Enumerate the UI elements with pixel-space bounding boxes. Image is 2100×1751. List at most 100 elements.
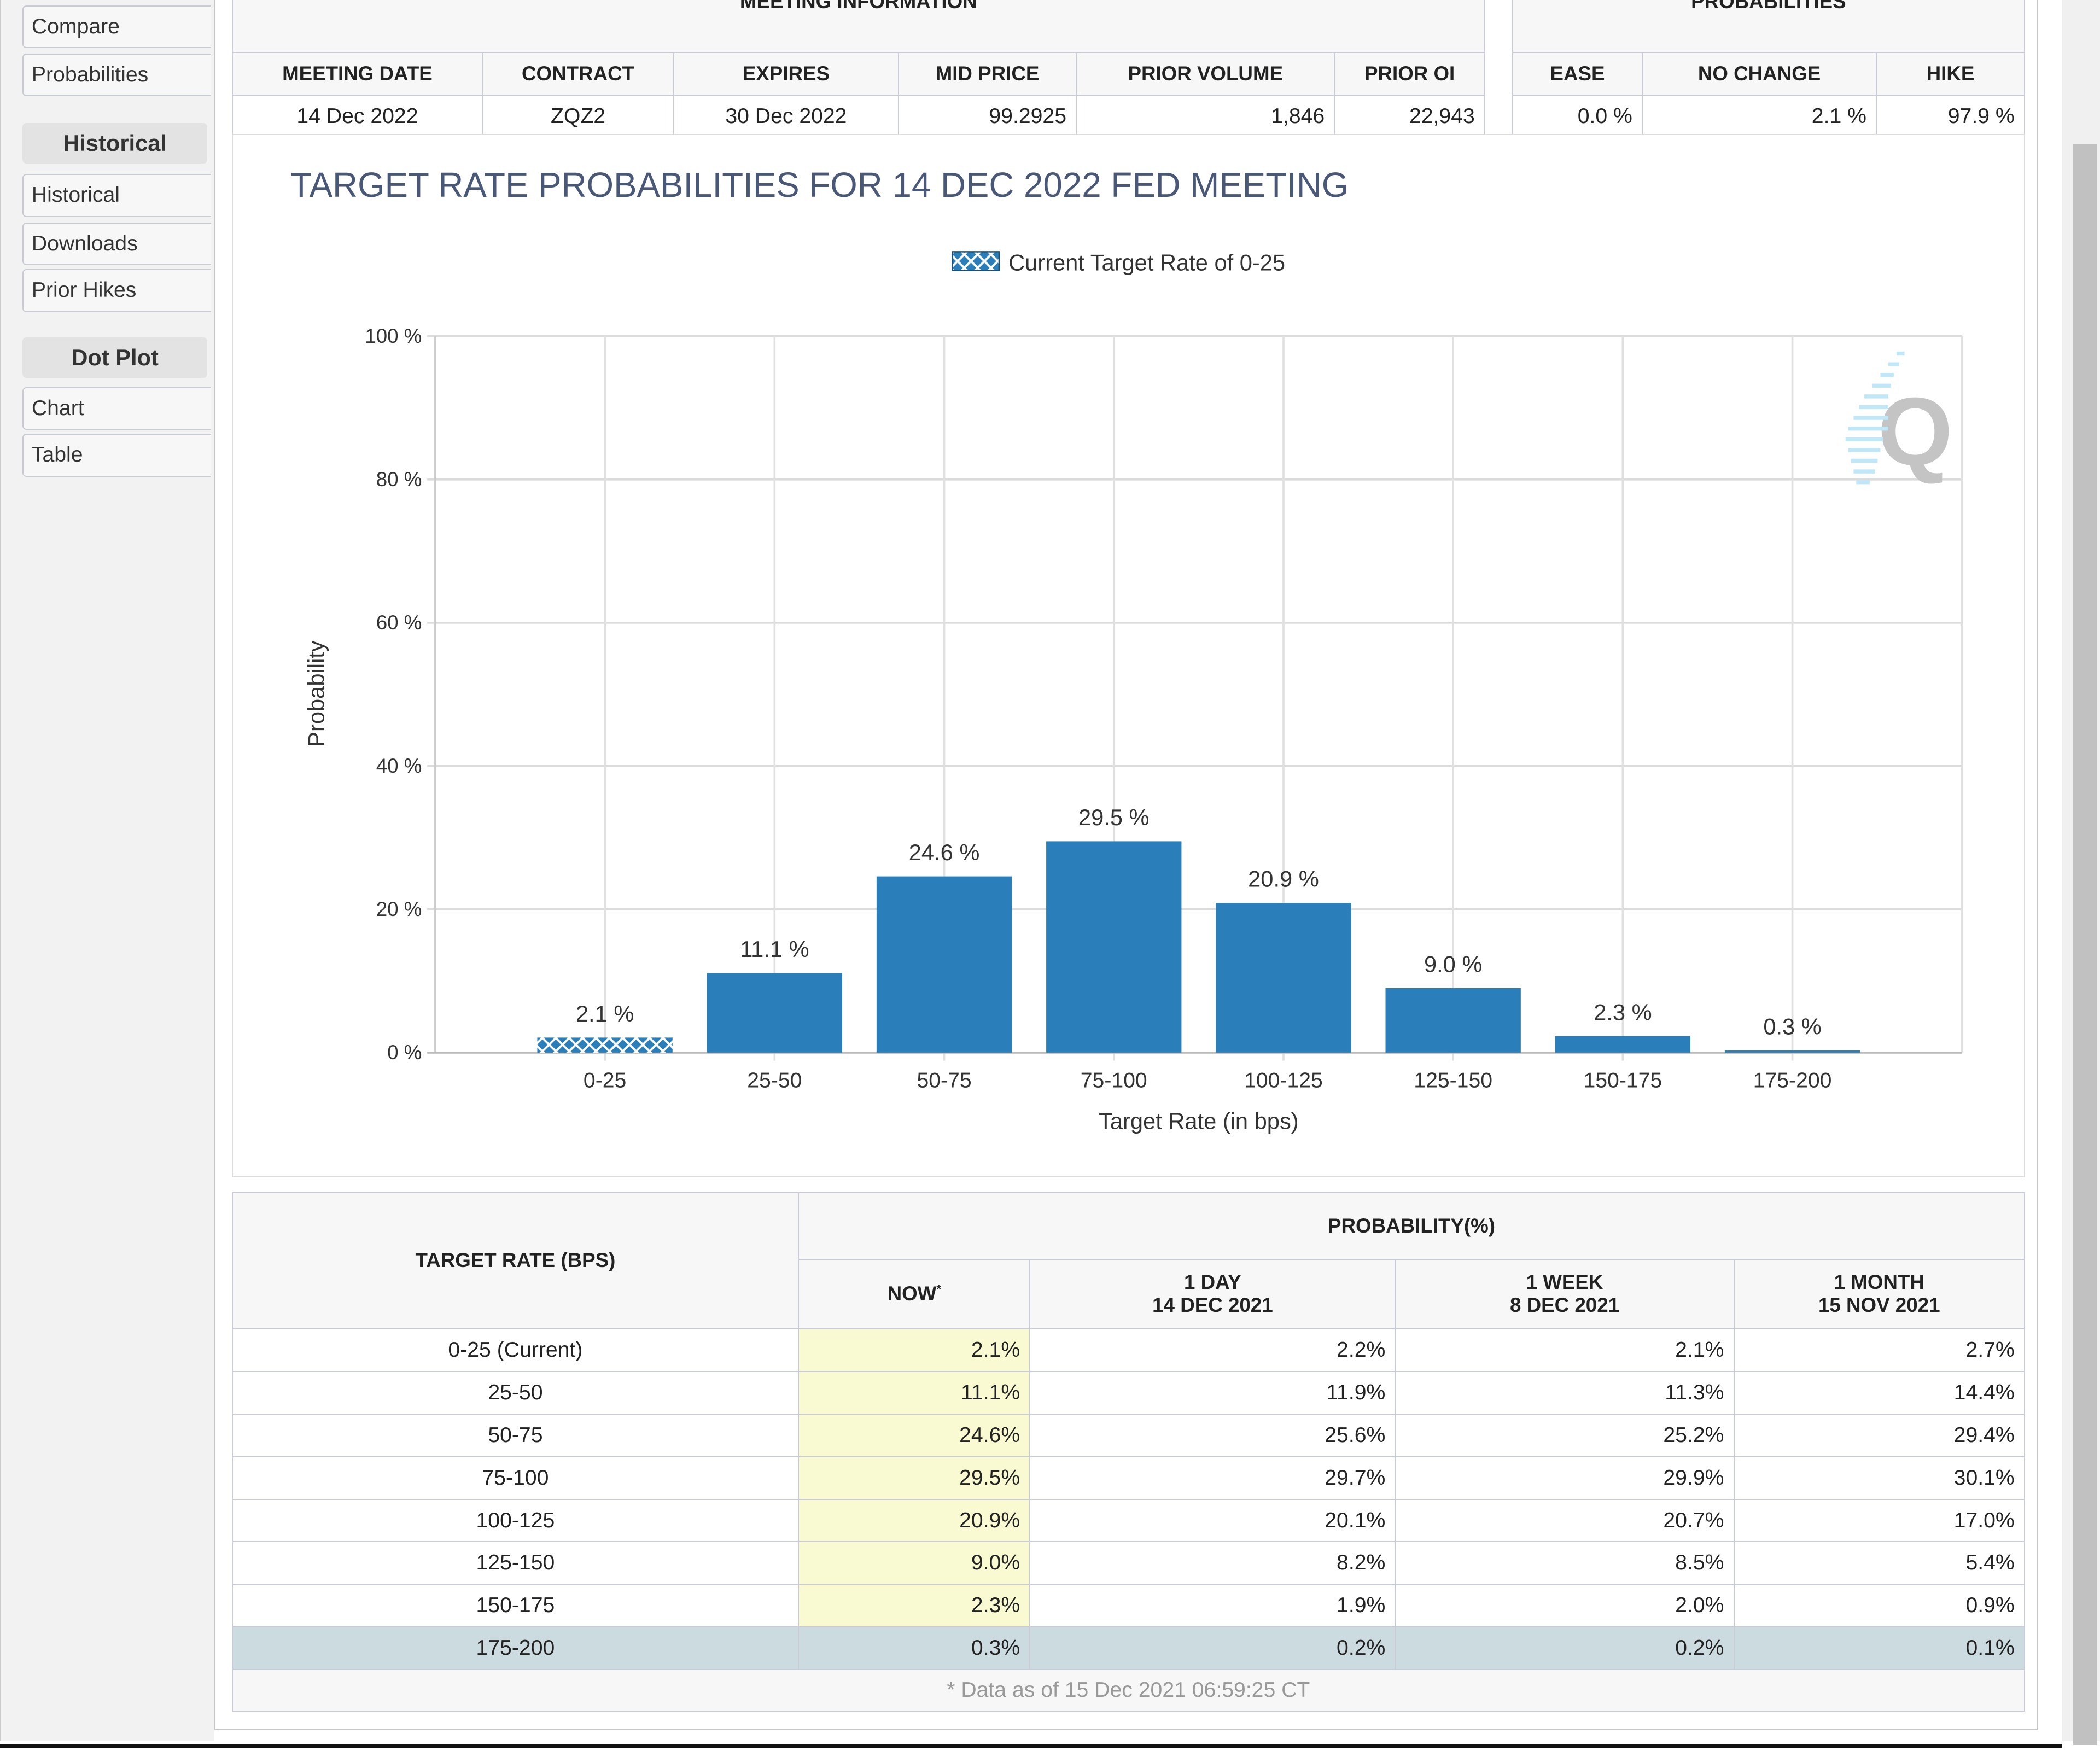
col-label: NOW	[887, 1282, 937, 1305]
legend-swatch	[952, 251, 1000, 271]
table-row: 150-175 2.3% 1.9% 2.0% 0.9%	[231, 1584, 2025, 1628]
table-row: 125-150 9.0% 8.2% 8.5% 5.4%	[231, 1541, 2025, 1585]
table-row: 0-25 (Current) 2.1% 2.2% 2.1% 2.7%	[231, 1328, 2025, 1372]
table-row: 50-75 24.6% 25.6% 25.2% 29.4%	[231, 1413, 2025, 1457]
bar-75-100[interactable]	[1046, 841, 1182, 1053]
bar-data-label: 0.3 %	[1763, 1014, 1821, 1040]
probability-cell: 2.0%	[1395, 1584, 1735, 1628]
probability-cell: 25.2%	[1395, 1413, 1735, 1457]
probability-cell: 20.7%	[1395, 1498, 1735, 1543]
bar-100-125[interactable]	[1216, 903, 1351, 1053]
x-tick-label: 50-75	[917, 1069, 971, 1093]
target-rate-cell: 150-175	[231, 1584, 800, 1628]
probability-cell: 30.1%	[1733, 1456, 2025, 1500]
y-tick-label: 80 %	[376, 468, 422, 491]
x-tick-label: 25-50	[747, 1069, 802, 1093]
bar-175-200[interactable]	[1724, 1050, 1860, 1053]
target-rate-cell: 25-50	[231, 1370, 800, 1415]
probability-cell: 8.5%	[1395, 1541, 1735, 1585]
svg-text:Q: Q	[1877, 378, 1952, 486]
probability-cell: 0.3%	[798, 1626, 1031, 1671]
col-date: 14 DEC 2021	[1152, 1294, 1273, 1317]
bar-data-label: 9.0 %	[1424, 952, 1482, 977]
legend-label: Current Target Rate of 0-25	[1008, 250, 1285, 276]
probability-cell: 0.2%	[1395, 1626, 1735, 1671]
col-date: 15 NOV 2021	[1818, 1294, 1940, 1317]
prob-col-header: 1 MONTH 15 NOV 2021	[1733, 1258, 2025, 1329]
scrollbar-thumb[interactable]	[2073, 144, 2098, 1746]
bar-data-label: 2.1 %	[576, 1001, 634, 1026]
y-tick-label: 40 %	[376, 755, 422, 777]
probability-cell: 9.0%	[798, 1541, 1031, 1585]
y-tick-label: 20 %	[376, 898, 422, 920]
probability-cell: 8.2%	[1029, 1541, 1396, 1585]
bar-data-label: 20.9 %	[1248, 866, 1319, 892]
bar-50-75[interactable]	[876, 876, 1012, 1053]
probability-chart: TARGET RATE PROBABILITIES FOR 14 DEC 202…	[290, 166, 1963, 1134]
y-tick-label: 100 %	[365, 325, 422, 347]
x-tick-label: 125-150	[1414, 1069, 1492, 1093]
probability-cell: 1.9%	[1029, 1584, 1396, 1628]
x-tick-label: 175-200	[1753, 1069, 1832, 1093]
y-axis-label: Probability	[304, 640, 329, 747]
x-tick-label: 0-25	[584, 1069, 626, 1093]
probability-cell: 0.9%	[1733, 1584, 2025, 1628]
probability-cell: 29.9%	[1395, 1456, 1735, 1500]
bar-0-25[interactable]	[537, 1037, 673, 1053]
probability-cell: 17.0%	[1733, 1498, 2025, 1543]
probability-cell: 0.1%	[1733, 1626, 2025, 1671]
bar-150-175[interactable]	[1555, 1036, 1691, 1053]
x-tick-label: 100-125	[1244, 1069, 1323, 1093]
target-rate-cell: 175-200	[231, 1626, 800, 1671]
probability-cell: 2.1%	[798, 1328, 1031, 1372]
col-date: 8 DEC 2021	[1510, 1294, 1620, 1317]
table-row: 100-125 20.9% 20.1% 20.7% 17.0%	[231, 1498, 2025, 1543]
target-rate-probability-table: TARGET RATE (BPS) PROBABILITY(%) NOW* 1 D…	[231, 1192, 2025, 1712]
probability-cell: 29.7%	[1029, 1456, 1396, 1500]
probability-cell: 25.6%	[1029, 1413, 1396, 1457]
bar-data-label: 11.1 %	[740, 936, 809, 962]
table-row: 175-200 0.3% 0.2% 0.2% 0.1%	[231, 1626, 2025, 1671]
probability-cell: 11.3%	[1395, 1370, 1735, 1415]
bar-data-label: 24.6 %	[909, 839, 980, 865]
probability-cell: 14.4%	[1733, 1370, 2025, 1415]
probability-cell: 2.3%	[798, 1584, 1031, 1628]
col-label: 1 MONTH	[1834, 1271, 1924, 1294]
probability-cell: 2.7%	[1733, 1328, 2025, 1372]
probability-cell: 2.1%	[1395, 1328, 1735, 1372]
bar-125-150[interactable]	[1385, 988, 1521, 1053]
bar-data-label: 29.5 %	[1078, 804, 1150, 830]
bar-25-50[interactable]	[707, 973, 843, 1053]
probability-cell: 20.9%	[798, 1498, 1031, 1543]
probability-cell: 24.6%	[798, 1413, 1031, 1457]
y-tick-label: 0 %	[387, 1041, 422, 1064]
divider	[0, 1743, 2063, 1748]
target-rate-cell: 125-150	[231, 1541, 800, 1585]
x-tick-label: 75-100	[1081, 1069, 1147, 1093]
probability-header: PROBABILITY(%)	[798, 1192, 2025, 1260]
chart-legend[interactable]: Current Target Rate of 0-25	[952, 250, 1285, 276]
target-rate-cell: 100-125	[231, 1498, 800, 1543]
probability-cell: 5.4%	[1733, 1541, 2025, 1585]
bar-data-label: 2.3 %	[1594, 999, 1652, 1025]
col-label: 1 DAY	[1184, 1271, 1241, 1294]
footnote-marker: *	[936, 1282, 941, 1297]
table-row: 25-50 11.1% 11.9% 11.3% 14.4%	[231, 1370, 2025, 1415]
table-row: 75-100 29.5% 29.7% 29.9% 30.1%	[231, 1456, 2025, 1500]
target-rate-cell: 75-100	[231, 1456, 800, 1500]
probability-cell: 20.1%	[1029, 1498, 1396, 1543]
probability-cell: 2.2%	[1029, 1328, 1396, 1372]
prob-col-header: 1 WEEK 8 DEC 2021	[1395, 1258, 1735, 1329]
target-rate-cell: 50-75	[231, 1413, 800, 1457]
q-logo-watermark: Q	[1845, 351, 1953, 486]
prob-col-header: NOW*	[798, 1258, 1031, 1329]
probability-cell: 11.1%	[798, 1370, 1031, 1415]
chart-title: TARGET RATE PROBABILITIES FOR 14 DEC 202…	[290, 166, 1349, 205]
probability-cell: 29.4%	[1733, 1413, 2025, 1457]
probability-cell: 11.9%	[1029, 1370, 1396, 1415]
data-timestamp-footnote: * Data as of 15 Dec 2021 06:59:25 CT	[231, 1669, 2025, 1712]
x-tick-label: 150-175	[1583, 1069, 1662, 1093]
x-axis-label: Target Rate (in bps)	[1099, 1108, 1299, 1134]
y-tick-label: 60 %	[376, 611, 422, 634]
target-rate-header: TARGET RATE (BPS)	[231, 1192, 800, 1329]
